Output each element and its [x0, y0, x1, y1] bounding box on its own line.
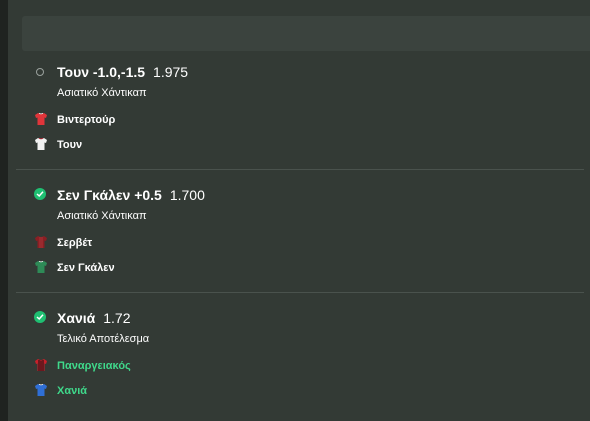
- won-check-icon: [34, 311, 46, 323]
- bet-odds: 1.700: [169, 187, 205, 203]
- maroon-shirt-icon: [35, 236, 47, 248]
- divider: [16, 292, 584, 293]
- red-shirt-icon: [35, 112, 47, 125]
- white-shirt-icon: [35, 137, 47, 150]
- away-team-name: Τουν: [57, 139, 83, 151]
- won-check-icon: [34, 188, 46, 200]
- bet-selection: Σεν Γκάλεν +0.5 1.700: [57, 187, 205, 203]
- home-team-name: Βιντερτούρ: [57, 114, 116, 126]
- selection-label: Χανιά: [57, 310, 96, 326]
- bet-slip-panel: Τουν -1.0,-1.5 1.975 Ασιατικό Χάντικαπ Βι…: [8, 0, 590, 421]
- red-black-striped-shirt-icon: [35, 359, 47, 371]
- bet-item[interactable]: Χανιά 1.72 Τελικό Αποτέλεσμα Παναργειακός…: [22, 308, 590, 408]
- blue-shirt-icon: [35, 383, 47, 396]
- divider: [16, 169, 584, 170]
- bet-selection: Τουν -1.0,-1.5 1.975: [57, 64, 188, 80]
- away-team-name: Χανιά: [57, 385, 88, 397]
- bet-item[interactable]: Σεν Γκάλεν +0.5 1.700 Ασιατικό Χάντικαπ Σ…: [22, 185, 590, 285]
- market-name: Ασιατικό Χάντικαπ: [57, 210, 147, 222]
- away-team-name: Σεν Γκάλεν: [57, 262, 115, 274]
- home-team-name: Παναργειακός: [57, 360, 131, 372]
- bet-selection: Χανιά 1.72: [57, 310, 130, 326]
- bet-odds: 1.72: [103, 310, 131, 326]
- selection-label: Τουν -1.0,-1.5: [57, 64, 146, 80]
- market-name: Τελικό Αποτέλεσμα: [57, 333, 150, 345]
- home-team-name: Σερβέτ: [57, 237, 93, 249]
- market-name: Ασιατικό Χάντικαπ: [57, 87, 147, 99]
- green-shirt-icon: [35, 260, 47, 273]
- pending-status-icon: [36, 68, 44, 76]
- bet-item[interactable]: Τουν -1.0,-1.5 1.975 Ασιατικό Χάντικαπ Βι…: [22, 62, 590, 162]
- bet-odds: 1.975: [153, 64, 189, 80]
- bet-slip-header-bar: [22, 16, 590, 51]
- selection-label: Σεν Γκάλεν +0.5: [57, 187, 162, 203]
